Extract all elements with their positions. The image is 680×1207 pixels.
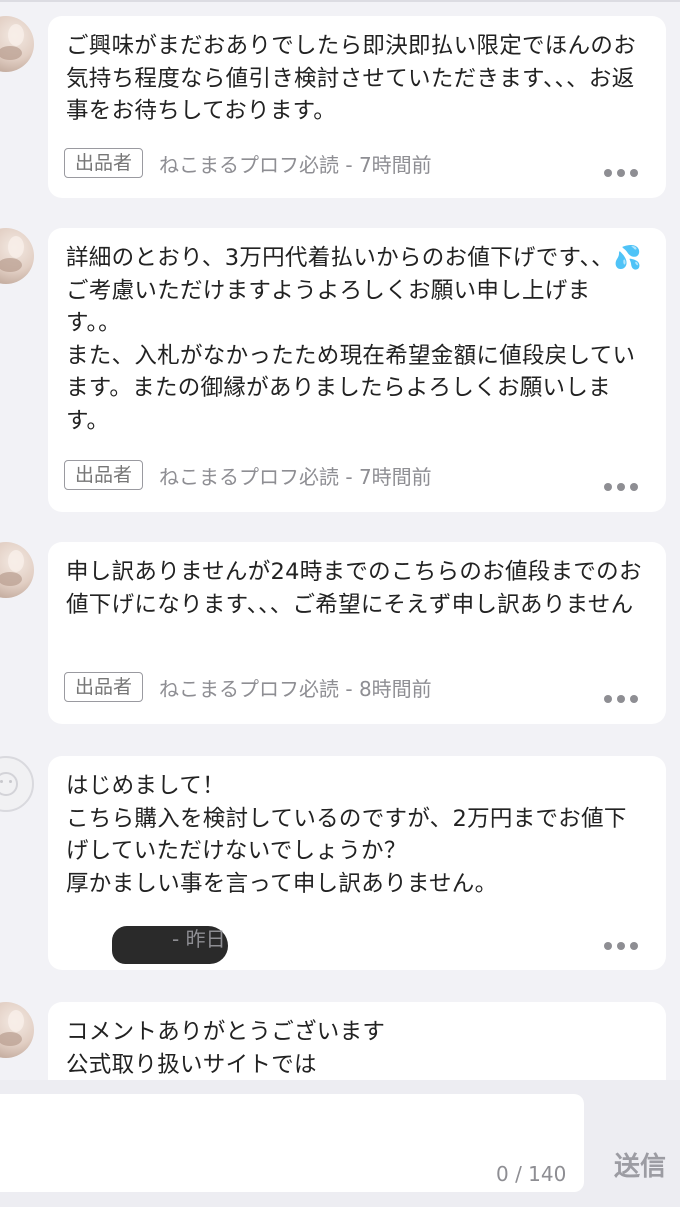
comment-bubble: 申し訳ありませんが24時までのこちらのお値段までのお値下げになります、、、ご希望… [48, 542, 666, 724]
seller-avatar[interactable] [0, 1002, 34, 1058]
seller-avatar[interactable] [0, 542, 34, 598]
comment-bubble: 詳細のとおり、3万円代着払いからのお値下げです、、💦 ご考慮いただけますようよろし… [48, 228, 666, 512]
more-horizontal-icon[interactable] [604, 482, 638, 492]
comment-thread[interactable]: ご興味がまだおありでしたら即決即払い限定でほんのお気持ち程度なら値引き検討させて… [0, 0, 680, 1080]
comment-bubble: ご興味がまだおありでしたら即決即払い限定でほんのお気持ち程度なら値引き検討させて… [48, 16, 666, 198]
comment-bubble: コメントありがとうございます 公式取り扱いサイトでは [48, 1002, 666, 1080]
seller-badge: 出品者 [64, 460, 144, 490]
comment-text-part: 詳細のとおり、3万円代着払いからのお値下げです、、 [66, 245, 614, 271]
comment-meta: 出品者 ねこまるプロフ必読 - 7時間前 [64, 146, 432, 180]
comment-time: - 昨日 [172, 926, 226, 951]
seller-badge: 出品者 [64, 672, 144, 702]
comment-author-time: ねこまるプロフ必読 - 7時間前 [159, 152, 432, 177]
character-counter: 0 / 140 [496, 1162, 567, 1186]
comment-text: ご興味がまだおありでしたら即決即払い限定でほんのお気持ち程度なら値引き検討させて… [66, 33, 637, 124]
seller-avatar[interactable] [0, 16, 34, 72]
more-horizontal-icon[interactable] [604, 168, 638, 178]
more-horizontal-icon[interactable] [604, 941, 638, 951]
seller-avatar[interactable] [0, 228, 34, 284]
more-horizontal-icon[interactable] [604, 694, 638, 704]
comment-author-time: ねこまるプロフ必読 - 7時間前 [159, 464, 432, 489]
sweat-emoji-icon: 💦 [613, 245, 643, 271]
seller-badge: 出品者 [64, 148, 144, 178]
default-avatar-icon[interactable] [0, 756, 34, 812]
comment-text-part: ご考慮いただけますようよろしくお願い申し上げます。。 また、入札がなかったため現… [66, 277, 636, 434]
comment-meta: 出品者 ねこまるプロフ必読 - 7時間前 [64, 458, 432, 492]
comment-text: 申し訳ありませんが24時までのこちらのお値段までのお値下げになります、、、ご希望… [66, 559, 642, 618]
comment-meta: 出品者 ねこまるプロフ必読 - 8時間前 [64, 670, 432, 704]
send-button[interactable]: 送信 [614, 1146, 666, 1183]
comment-author-time: ねこまるプロフ必読 - 8時間前 [159, 676, 432, 701]
comment-text: コメントありがとうございます 公式取り扱いサイトでは [66, 1019, 386, 1078]
comment-text: 詳細のとおり、3万円代着払いからのお値下げです、、💦 ご考慮いただけますようよろし… [66, 242, 644, 437]
comment-bubble: はじめまして！ こちら購入を検討しているのですが、2万円までお値下げしていただけ… [48, 756, 666, 970]
comment-composer: 0 / 140 送信 [0, 1080, 680, 1207]
comment-meta: - 昨日 [172, 920, 226, 954]
comment-text: はじめまして！ こちら購入を検討しているのですが、2万円までお値下げしていただけ… [66, 773, 627, 897]
